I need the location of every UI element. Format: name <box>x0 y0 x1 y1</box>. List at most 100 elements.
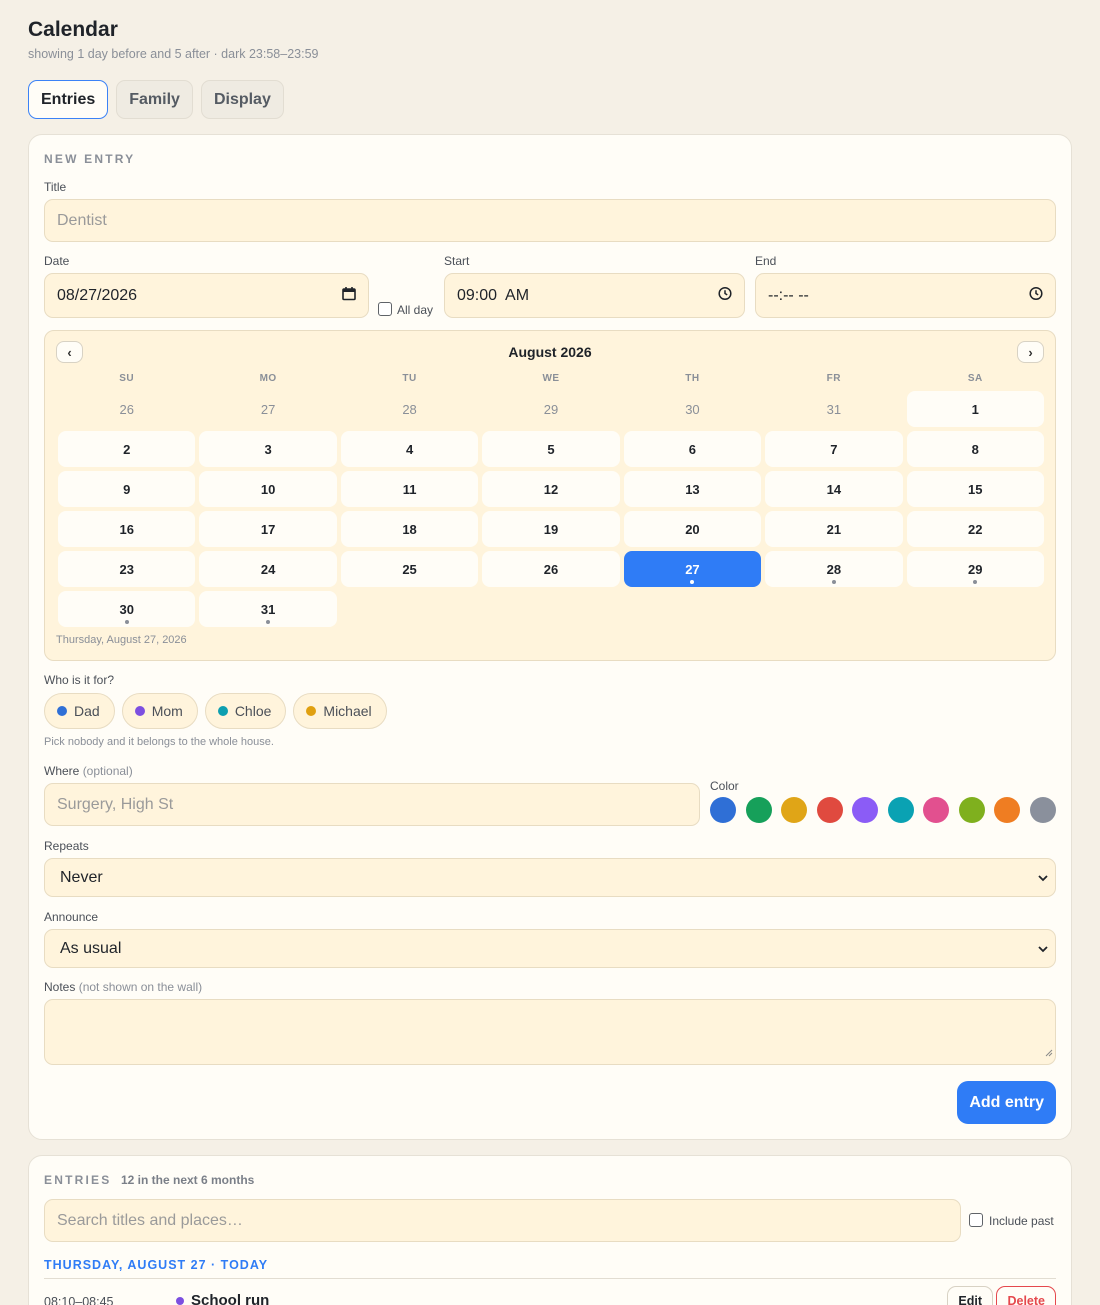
announce-select[interactable]: As usual <box>44 929 1056 968</box>
entry-row[interactable]: 08:10–08:45 School run Edit Delete <box>44 1286 1056 1305</box>
person-color-dot <box>306 706 317 716</box>
calendar-day[interactable]: 20 <box>623 511 762 547</box>
calendar-day[interactable]: 18 <box>340 511 479 547</box>
day-number: 15 <box>968 481 983 497</box>
calendar-day[interactable]: 26 <box>58 391 195 427</box>
calendar-day[interactable]: 14 <box>765 471 903 507</box>
chevron-down-icon <box>1038 940 1048 958</box>
person-chip-chloe[interactable]: Chloe <box>204 693 287 729</box>
calendar-day[interactable]: 25 <box>340 551 479 587</box>
calendar-day[interactable]: 3 <box>199 431 337 467</box>
entries-search-input[interactable]: Search titles and places… <box>44 1199 961 1242</box>
color-swatch[interactable] <box>816 797 843 823</box>
day-number: 26 <box>119 401 134 417</box>
calendar-day[interactable]: 16 <box>58 511 196 547</box>
calendar-icon[interactable] <box>342 286 356 305</box>
calendar-day[interactable]: 24 <box>199 551 337 587</box>
where-input[interactable]: Surgery, High St <box>44 783 700 826</box>
notes-textarea[interactable] <box>44 999 1056 1065</box>
day-number: 28 <box>826 561 842 577</box>
title-input[interactable]: Dentist <box>44 199 1056 242</box>
calendar-day[interactable]: 31 <box>199 591 337 627</box>
calendar-day[interactable]: 11 <box>340 471 479 507</box>
selected-date-caption: Thursday, August 27, 2026 <box>56 634 187 646</box>
next-month-button[interactable]: › <box>1017 341 1044 363</box>
color-swatch[interactable] <box>958 797 985 823</box>
delete-button[interactable]: Delete <box>996 1286 1056 1305</box>
day-number: 29 <box>543 401 559 417</box>
person-name: Mom <box>151 703 183 719</box>
day-number: 7 <box>830 441 838 457</box>
include-past-checkbox[interactable] <box>969 1213 983 1227</box>
clock-icon[interactable] <box>718 286 732 305</box>
calendar-day[interactable]: 22 <box>906 511 1044 547</box>
calendar-day[interactable]: 17 <box>199 511 337 547</box>
day-number: 8 <box>971 441 979 457</box>
calendar-day[interactable]: 9 <box>58 471 196 507</box>
calendar-day[interactable]: 13 <box>623 471 762 507</box>
date-input[interactable]: 08/27/2026 <box>44 273 369 318</box>
day-number: 3 <box>264 441 272 457</box>
person-chip-michael[interactable]: Michael <box>293 693 387 729</box>
weekday-label: MO <box>259 373 277 384</box>
entry-title: School run <box>176 1292 269 1305</box>
calendar-day[interactable]: 15 <box>906 471 1044 507</box>
add-entry-button[interactable]: Add entry <box>957 1081 1056 1124</box>
calendar-day[interactable]: 30 <box>58 591 196 627</box>
repeats-value: Never <box>60 868 103 886</box>
resize-handle-icon[interactable] <box>1045 1044 1053 1062</box>
end-time-input[interactable]: --:-- -- <box>755 273 1056 318</box>
calendar-day[interactable]: 26 <box>482 551 620 587</box>
calendar-day[interactable]: 4 <box>340 431 479 467</box>
calendar-day[interactable]: 23 <box>58 551 196 587</box>
person-color-dot <box>57 706 67 716</box>
calendar-day[interactable]: 19 <box>482 511 620 547</box>
calendar-day[interactable]: 6 <box>623 431 762 467</box>
calendar-day[interactable]: 10 <box>199 471 337 507</box>
tab-display[interactable]: Display <box>200 80 284 119</box>
color-swatch[interactable] <box>923 797 949 823</box>
calendar-day[interactable]: 7 <box>765 431 903 467</box>
repeats-select[interactable]: Never <box>44 858 1056 897</box>
tab-family[interactable]: Family <box>116 80 193 119</box>
calendar-day[interactable]: 29 <box>482 391 619 427</box>
end-time-value: --:-- -- <box>768 286 809 304</box>
color-swatch[interactable] <box>887 797 914 823</box>
calendar-day[interactable]: 12 <box>482 471 620 507</box>
tab-entries[interactable]: Entries <box>28 80 109 119</box>
calendar-day[interactable]: 30 <box>624 391 761 427</box>
day-number: 25 <box>402 561 417 577</box>
color-swatch[interactable] <box>745 797 772 823</box>
all-day-checkbox[interactable] <box>378 302 392 316</box>
calendar-day[interactable]: 5 <box>482 431 620 467</box>
calendar-day[interactable]: 1 <box>906 391 1044 427</box>
announce-value: As usual <box>60 939 122 957</box>
date-picker-calendar: ‹ August 2026 › SU MO TU WE TH FR SA 26 27 28 29 3… <box>44 330 1056 661</box>
color-swatch[interactable] <box>1029 797 1056 823</box>
calendar-day-selected[interactable]: 27 <box>623 551 762 587</box>
color-swatch[interactable] <box>852 797 878 823</box>
person-chip-dad[interactable]: Dad <box>44 693 115 729</box>
weekday-label: SA <box>967 373 983 384</box>
date-value: 08/27/2026 <box>57 286 138 304</box>
clock-icon[interactable] <box>1029 286 1043 305</box>
person-name: Chloe <box>234 703 272 719</box>
color-swatch[interactable] <box>781 797 807 823</box>
start-time-input[interactable]: 09:00 AM <box>444 273 745 318</box>
calendar-day[interactable]: 27 <box>199 391 336 427</box>
color-swatch[interactable] <box>994 797 1020 823</box>
edit-button[interactable]: Edit <box>947 1286 993 1305</box>
calendar-day[interactable]: 29 <box>906 551 1044 587</box>
person-chip-mom[interactable]: Mom <box>121 693 198 729</box>
calendar-day[interactable]: 21 <box>765 511 903 547</box>
weekday-header: SU MO TU WE TH FR SA <box>56 373 1046 384</box>
calendar-day[interactable]: 31 <box>765 391 902 427</box>
color-swatch[interactable] <box>710 797 736 823</box>
calendar-day[interactable]: 28 <box>765 551 903 587</box>
calendar-day[interactable]: 2 <box>58 431 196 467</box>
calendar-day[interactable]: 28 <box>341 391 478 427</box>
tab-bar: Entries Family Display <box>28 80 284 119</box>
search-placeholder: Search titles and places… <box>57 1211 243 1229</box>
calendar-day[interactable]: 8 <box>906 431 1044 467</box>
notes-label: Notes (not shown on the wall) <box>44 980 202 994</box>
